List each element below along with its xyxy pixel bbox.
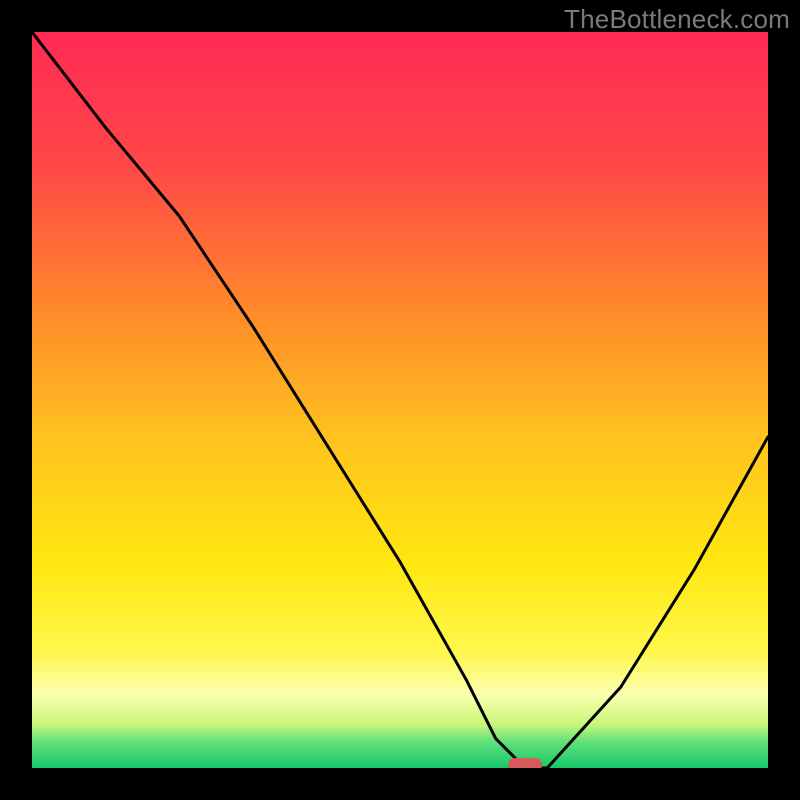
- chart-frame: TheBottleneck.com: [0, 0, 800, 800]
- optimal-point-marker: [508, 758, 542, 768]
- watermark-text: TheBottleneck.com: [564, 4, 790, 35]
- gradient-background: [32, 32, 768, 768]
- chart-svg: [32, 32, 768, 768]
- plot-area: [32, 32, 768, 768]
